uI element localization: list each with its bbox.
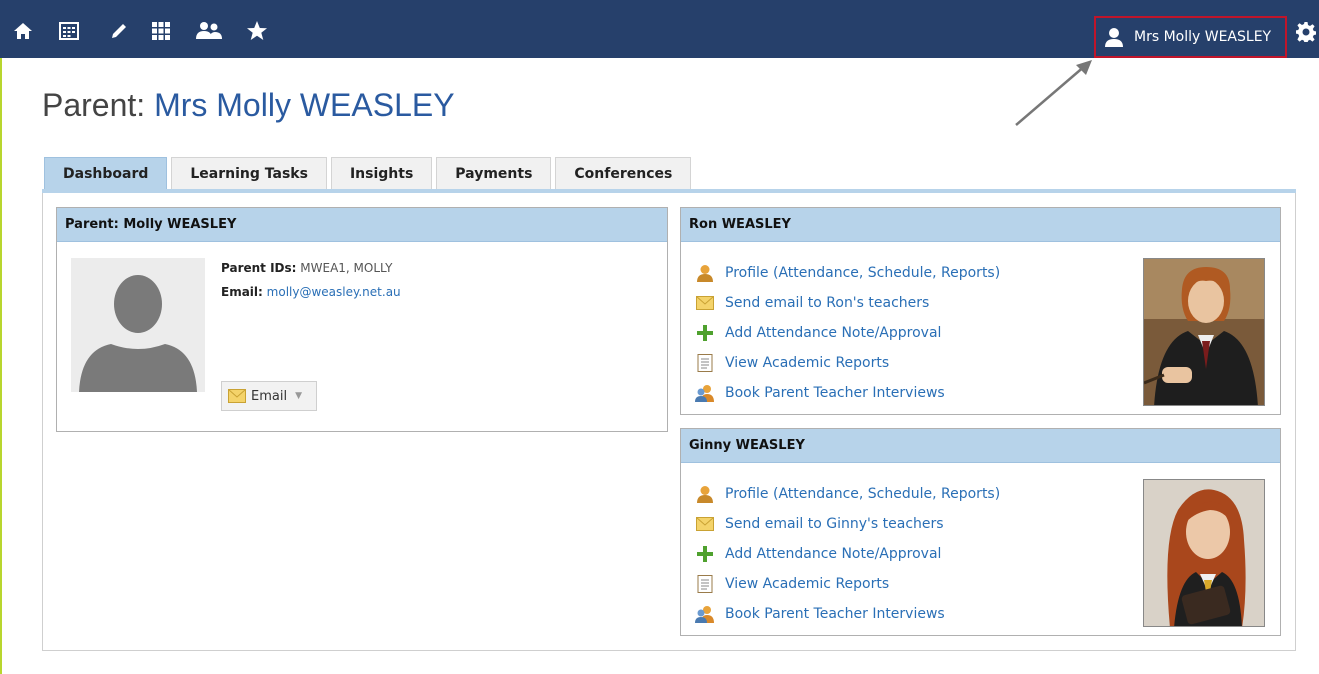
parent-panel: Parent: Molly WEASLEY Parent IDs: MWEA1,… xyxy=(56,207,668,432)
email-dropdown-button[interactable]: Email ▼ xyxy=(221,381,317,411)
student-photo xyxy=(1143,479,1265,627)
academic-reports-link[interactable]: View Academic Reports xyxy=(695,348,1000,378)
student-links: Profile (Attendance, Schedule, Reports) … xyxy=(695,258,1000,408)
home-icon[interactable] xyxy=(12,20,34,42)
page-title-prefix: Parent: xyxy=(42,87,155,123)
email-button-label: Email xyxy=(251,388,288,404)
tab-learning-tasks[interactable]: Learning Tasks xyxy=(171,157,327,189)
academic-reports-label: View Academic Reports xyxy=(725,355,890,371)
chevron-down-icon: ▼ xyxy=(295,391,302,401)
parent-info: Parent IDs: MWEA1, MOLLY Email: molly@we… xyxy=(221,256,401,304)
tab-insights[interactable]: Insights xyxy=(330,157,433,189)
book-interviews-link[interactable]: Book Parent Teacher Interviews xyxy=(695,599,1000,629)
envelope-icon xyxy=(695,294,715,312)
tab-bar: Dashboard Learning Tasks Insights Paymen… xyxy=(44,157,695,189)
parent-ids-label: Parent IDs: xyxy=(221,261,297,275)
user-menu-label: Mrs Molly WEASLEY xyxy=(1134,29,1272,45)
profile-link[interactable]: Profile (Attendance, Schedule, Reports) xyxy=(695,258,1000,288)
avatar xyxy=(71,258,205,392)
pencil-icon[interactable] xyxy=(108,20,130,42)
student-links: Profile (Attendance, Schedule, Reports) … xyxy=(695,479,1000,629)
student-panel-title: Ron WEASLEY xyxy=(681,208,1280,242)
send-email-label: Send email to Ginny's teachers xyxy=(725,516,944,532)
tab-conferences[interactable]: Conferences xyxy=(555,157,692,189)
plus-icon xyxy=(695,545,715,563)
book-interviews-link[interactable]: Book Parent Teacher Interviews xyxy=(695,378,1000,408)
parent-panel-title: Parent: Molly WEASLEY xyxy=(57,208,667,242)
profile-icon xyxy=(695,485,715,503)
calendar-icon[interactable] xyxy=(58,20,80,42)
email-label: Email: xyxy=(221,285,263,299)
attendance-note-label: Add Attendance Note/Approval xyxy=(725,325,942,341)
email-link[interactable]: molly@weasley.net.au xyxy=(267,285,401,299)
parent-ids-value: MWEA1, MOLLY xyxy=(300,261,393,275)
envelope-icon xyxy=(695,515,715,533)
tab-payments[interactable]: Payments xyxy=(436,157,552,189)
academic-reports-label: View Academic Reports xyxy=(725,576,890,592)
page-title: Parent: Mrs Molly WEASLEY xyxy=(42,87,455,124)
envelope-icon xyxy=(228,389,246,403)
user-menu-button[interactable]: Mrs Molly WEASLEY xyxy=(1094,16,1287,58)
student-panel-ginny: Ginny WEASLEY Profile (Attendance, Sched… xyxy=(680,428,1281,636)
interview-icon xyxy=(695,605,715,623)
plus-icon xyxy=(695,324,715,342)
user-icon xyxy=(1105,28,1123,47)
send-email-label: Send email to Ron's teachers xyxy=(725,295,930,311)
send-email-link[interactable]: Send email to Ginny's teachers xyxy=(695,509,1000,539)
student-panel-ron: Ron WEASLEY Profile (Attendance, Schedul… xyxy=(680,207,1281,415)
attendance-note-link[interactable]: Add Attendance Note/Approval xyxy=(695,318,1000,348)
page-title-name: Mrs Molly WEASLEY xyxy=(154,87,455,123)
tab-dashboard[interactable]: Dashboard xyxy=(44,157,168,189)
gear-icon[interactable] xyxy=(1295,22,1317,47)
interview-icon xyxy=(695,384,715,402)
profile-link-label: Profile (Attendance, Schedule, Reports) xyxy=(725,486,1001,502)
people-icon[interactable] xyxy=(194,20,224,42)
send-email-link[interactable]: Send email to Ron's teachers xyxy=(695,288,1000,318)
annotation-arrow xyxy=(1015,60,1092,126)
star-icon[interactable] xyxy=(246,20,268,42)
report-icon xyxy=(695,354,715,372)
top-nav-bar: Mrs Molly WEASLEY xyxy=(0,0,1319,58)
student-photo xyxy=(1143,258,1265,406)
book-interviews-label: Book Parent Teacher Interviews xyxy=(725,606,945,622)
grid-icon[interactable] xyxy=(150,20,172,42)
book-interviews-label: Book Parent Teacher Interviews xyxy=(725,385,945,401)
profile-link[interactable]: Profile (Attendance, Schedule, Reports) xyxy=(695,479,1000,509)
academic-reports-link[interactable]: View Academic Reports xyxy=(695,569,1000,599)
attendance-note-label: Add Attendance Note/Approval xyxy=(725,546,942,562)
student-panel-title: Ginny WEASLEY xyxy=(681,429,1280,463)
profile-icon xyxy=(695,264,715,282)
report-icon xyxy=(695,575,715,593)
attendance-note-link[interactable]: Add Attendance Note/Approval xyxy=(695,539,1000,569)
profile-link-label: Profile (Attendance, Schedule, Reports) xyxy=(725,265,1001,281)
